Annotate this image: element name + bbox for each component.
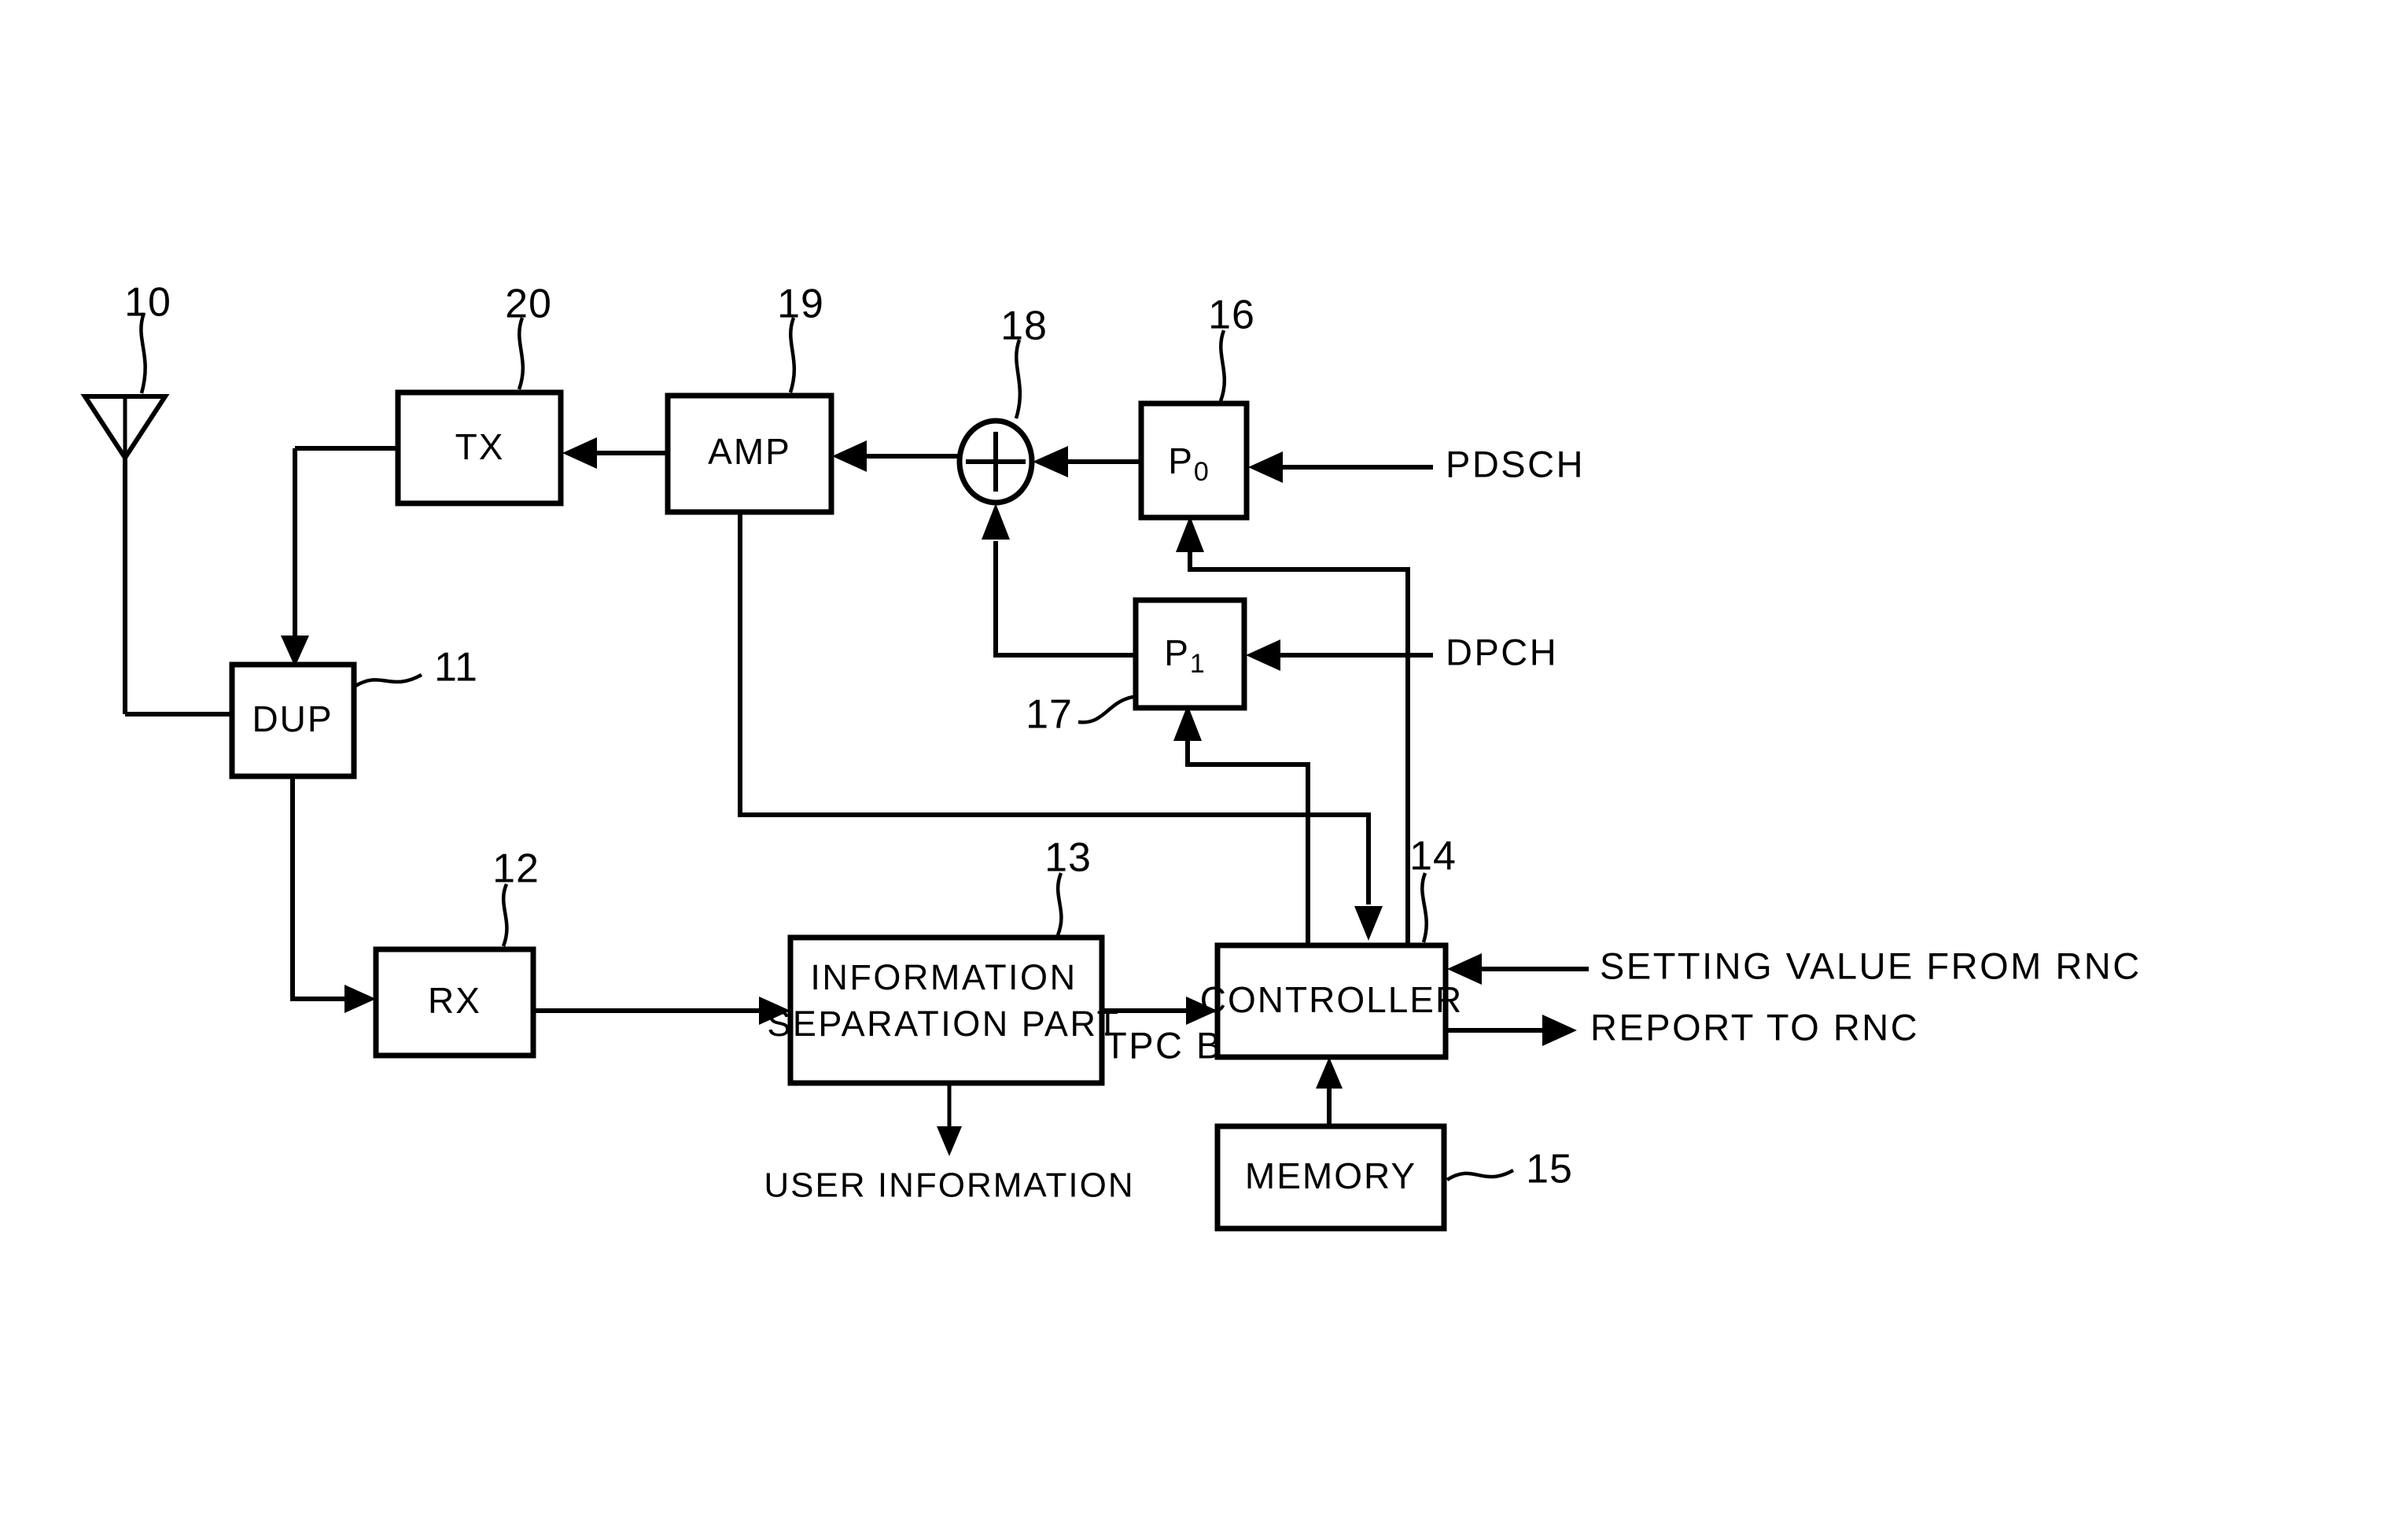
information-separation-part-block[interactable]: INFORMATION SEPARATION PART <box>767 934 1120 1086</box>
ref-number-11: 11 <box>434 645 478 691</box>
p0-block[interactable]: P0 <box>1138 400 1250 521</box>
ref-leader-13 <box>1055 872 1063 936</box>
ref-number-10: 10 <box>124 280 171 326</box>
infosep-label-line1: INFORMATION <box>810 957 1077 997</box>
wire-amp-to-tx <box>562 437 668 469</box>
ref-leader-19 <box>788 317 797 393</box>
adder-junction <box>956 418 1035 506</box>
ref-number-14: 14 <box>1409 834 1457 879</box>
wire-rx-to-infosep <box>533 997 790 1025</box>
memory-block[interactable]: MEMORY <box>1214 1123 1447 1232</box>
pdsch-label: PDSCH <box>1446 443 1585 484</box>
wire-controller-to-p1 <box>1173 705 1310 945</box>
ref-leader-18 <box>1014 339 1022 419</box>
infosep-label-line2: SEPARATION PART <box>767 1004 1120 1044</box>
controller-label: CONTROLLER <box>1200 979 1463 1020</box>
tx-label: TX <box>455 426 505 467</box>
ref-number-16: 16 <box>1208 293 1255 338</box>
ref-leader-11 <box>354 673 423 687</box>
memory-label: MEMORY <box>1245 1155 1416 1196</box>
ref-number-20: 20 <box>505 282 552 327</box>
setting-value-from-rnc-label: SETTING VALUE FROM RNC <box>1600 945 2142 986</box>
wire-memory-to-controller <box>1316 1057 1343 1126</box>
wire-p0-to-adder <box>1033 446 1141 477</box>
p1-block[interactable]: P1 <box>1133 597 1247 711</box>
wire-controller-to-p0 <box>1176 516 1410 945</box>
amp-block[interactable]: AMP <box>665 392 834 515</box>
ref-leader-20 <box>517 317 525 390</box>
block-diagram-canvas: 10 DUP 11 RX 12 INFORMATION SEPARATION P… <box>80 280 2142 1232</box>
ref-number-18: 18 <box>1000 304 1048 349</box>
tx-block[interactable]: TX <box>395 389 564 507</box>
wire-pdsch-to-p0 <box>1248 451 1433 483</box>
ref-number-12: 12 <box>492 846 540 892</box>
report-to-rnc-label: REPORT TO RNC <box>1590 1006 1919 1048</box>
user-information-label: USER INFORMATION <box>764 1166 1134 1205</box>
wire-infosep-to-user-information <box>937 1083 962 1156</box>
ref-number-13: 13 <box>1044 835 1092 881</box>
rx-block[interactable]: RX <box>373 946 536 1059</box>
ref-number-19: 19 <box>777 282 824 327</box>
wire-dup-to-rx <box>290 776 376 1013</box>
ref-leader-12 <box>501 883 509 947</box>
controller-block[interactable]: CONTROLLER <box>1200 942 1463 1060</box>
wire-adder-to-amp <box>832 440 960 472</box>
ref-leader-17 <box>1077 694 1134 724</box>
wire-p1-to-adder <box>982 503 1136 658</box>
dup-block[interactable]: DUP <box>229 661 357 779</box>
ref-leader-15 <box>1446 1169 1515 1181</box>
ref-leader-14 <box>1420 872 1428 943</box>
patent-figure: 10 DUP 11 RX 12 INFORMATION SEPARATION P… <box>0 0 2387 1540</box>
wire-report-to-rnc <box>1446 1015 1577 1046</box>
wire-tx-to-dup <box>281 448 309 667</box>
dup-label: DUP <box>252 698 333 739</box>
ref-number-17: 17 <box>1026 692 1073 738</box>
dpch-label: DPCH <box>1446 631 1558 672</box>
ref-number-15: 15 <box>1526 1147 1573 1192</box>
antenna-symbol <box>80 394 232 717</box>
ref-leader-16 <box>1218 330 1227 402</box>
wire-dpch-to-p1 <box>1246 639 1433 671</box>
rx-label: RX <box>428 980 481 1021</box>
wire-setting-value-from-rnc <box>1447 953 1589 985</box>
amp-label: AMP <box>708 431 791 472</box>
